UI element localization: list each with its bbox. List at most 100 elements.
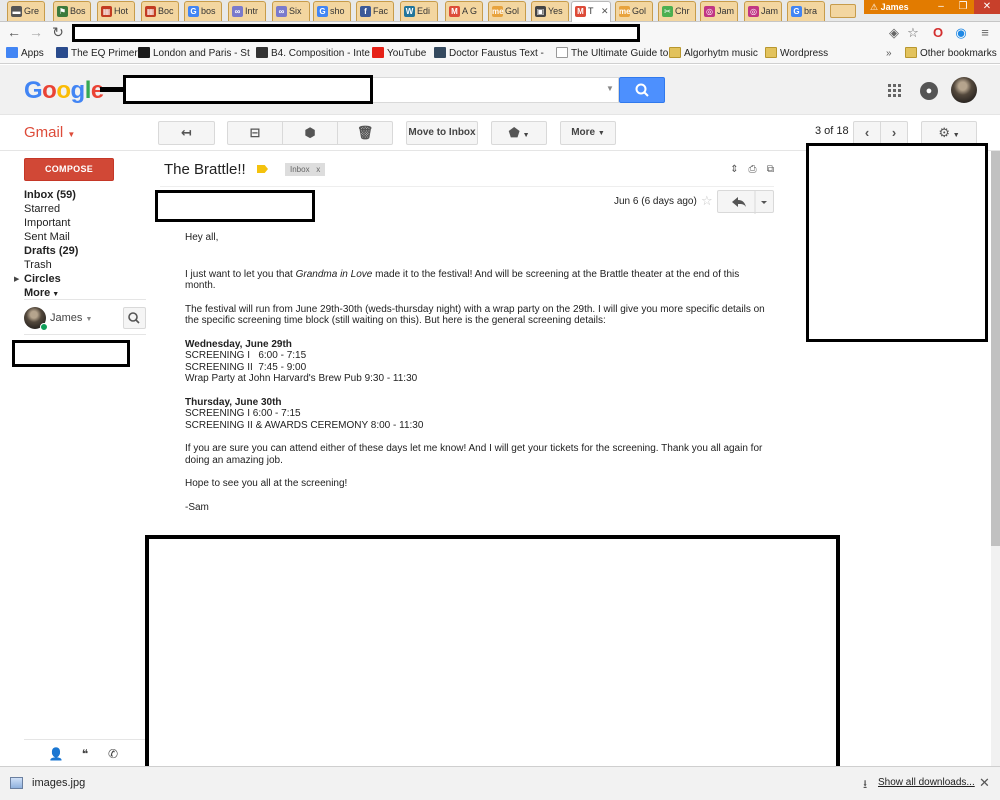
paragraph-4: Hope to see you all at the screening!	[185, 478, 348, 489]
reply-button[interactable]	[717, 190, 774, 214]
url-field-redacted[interactable]	[72, 24, 640, 42]
browser-tab[interactable]: Gbra	[787, 1, 825, 21]
other-bookmarks[interactable]: Other bookmarks	[905, 47, 997, 61]
report-spam-button[interactable]: ⬢	[282, 121, 338, 145]
google-logo[interactable]: Google	[24, 77, 104, 105]
contacts-person-icon[interactable]: 👤	[48, 747, 64, 761]
maximize-icon[interactable]: ❐	[952, 0, 974, 14]
bookmark-item[interactable]: B4. Composition - Inte	[256, 47, 370, 61]
bookmark-item[interactable]: The EQ Primer	[56, 47, 138, 61]
nav-item[interactable]: Starred	[24, 202, 60, 216]
print-icon[interactable]: ⎙	[747, 164, 758, 175]
browser-tab[interactable]: ◎ Jam	[700, 1, 738, 21]
close-icon[interactable]: ✕	[979, 775, 990, 791]
bookmark-item[interactable]: Algorhytm music	[669, 47, 758, 61]
remove-label-icon[interactable]: x	[316, 165, 320, 174]
search-options-icon[interactable]: ▼	[606, 84, 614, 93]
browser-tab[interactable]: ▣ Yes	[531, 1, 569, 21]
archive-button[interactable]: ⊟	[227, 121, 283, 145]
hangouts-icon[interactable]: ❝	[77, 747, 93, 761]
caret-down-icon: ▼	[952, 132, 960, 139]
bookmark-item[interactable]: Apps	[6, 47, 44, 61]
more-button[interactable]: More ▼	[560, 121, 616, 145]
search-button[interactable]	[619, 77, 665, 103]
labels-button[interactable]: ⬟ ▼	[491, 121, 547, 145]
chrome-menu-icon[interactable]: ≡	[977, 25, 993, 41]
expand-all-icon[interactable]: ⇕	[729, 164, 740, 175]
settings-button[interactable]: ⚙ ▼	[921, 121, 977, 145]
phone-icon[interactable]: ✆	[105, 747, 121, 761]
browser-tab[interactable]: ∞ Six	[272, 1, 310, 21]
browser-tab[interactable]: W Edi	[400, 1, 438, 21]
browser-tab[interactable]: Gbos	[184, 1, 222, 21]
page-scrollbar[interactable]	[991, 151, 1000, 766]
browser-tab[interactable]: ▦ Boc	[141, 1, 179, 21]
profile-button[interactable]: ⚠ James	[864, 0, 930, 14]
back-to-list-button[interactable]: ↤	[158, 121, 215, 145]
browser-tab[interactable]: Gsho	[313, 1, 351, 21]
new-tab-button[interactable]	[830, 4, 856, 18]
nav-item-label: Drafts (29)	[24, 245, 79, 257]
bookmarks-overflow[interactable]: »	[886, 47, 892, 61]
browser-tab[interactable]: M T ✕	[571, 1, 611, 22]
browser-tab[interactable]: ✂ Chr	[658, 1, 696, 21]
inbox-label-chip[interactable]: Inbox x	[285, 163, 326, 176]
chat-user[interactable]: James ▼	[50, 312, 92, 324]
important-marker-icon[interactable]	[257, 165, 268, 173]
translate-icon[interactable]: ◈	[886, 25, 902, 41]
sender-redacted	[155, 190, 315, 222]
nav-item[interactable]: Drafts (29)	[24, 244, 78, 258]
newer-button[interactable]: ‹	[853, 121, 881, 145]
new-window-icon[interactable]: ⧉	[765, 164, 776, 175]
back-arrow-icon[interactable]: ←	[6, 24, 22, 40]
browser-tab[interactable]: MA G	[445, 1, 483, 21]
tab-favicon-icon: ▬	[11, 6, 22, 17]
notifications-bell-icon[interactable]: ●	[920, 82, 938, 100]
scrollbar-thumb[interactable]	[991, 151, 1000, 546]
tab-title: Bos	[70, 6, 86, 16]
older-button[interactable]: ›	[880, 121, 908, 145]
bookmark-item[interactable]: Doctor Faustus Text -	[434, 47, 544, 61]
bookmark-item[interactable]: YouTube	[372, 47, 426, 61]
google-apps-icon[interactable]	[888, 84, 901, 97]
nav-item[interactable]: Important	[24, 216, 70, 230]
star-icon[interactable]: ☆	[701, 193, 713, 209]
browser-tab[interactable]: ∞ Intr	[228, 1, 266, 21]
expand-triangle-icon[interactable]: ▶	[14, 275, 19, 283]
browser-tab[interactable]: ▬ Gre	[7, 1, 45, 21]
bookmark-item[interactable]: Wordpress	[765, 47, 828, 61]
nav-item[interactable]: Circles	[24, 272, 61, 286]
minimize-icon[interactable]: –	[930, 0, 952, 14]
opera-extension-icon[interactable]: O	[930, 25, 946, 41]
browser-tab[interactable]: me Gol	[488, 1, 526, 21]
show-all-downloads-link[interactable]: Show all downloads...	[878, 777, 975, 788]
bookmark-item[interactable]: London and Paris - St	[138, 47, 250, 61]
close-window-icon[interactable]: ✕	[974, 0, 1000, 14]
nav-item[interactable]: Inbox (59)	[24, 188, 76, 202]
close-tab-icon[interactable]: ✕	[601, 6, 609, 17]
nav-item[interactable]: Trash	[24, 258, 52, 272]
bookmark-star-icon[interactable]: ☆	[905, 25, 921, 41]
bookmark-item[interactable]: The Ultimate Guide to	[556, 47, 668, 61]
account-avatar[interactable]	[951, 77, 977, 103]
browser-tab[interactable]: ⚑ Bos	[53, 1, 91, 21]
browser-tab[interactable]: me Gol	[615, 1, 653, 21]
nav-item[interactable]: Sent Mail	[24, 230, 70, 244]
forward-arrow-icon[interactable]: →	[28, 24, 44, 40]
extension-circle-icon[interactable]: ◉	[953, 25, 969, 41]
reload-icon[interactable]: ↻	[50, 24, 66, 40]
browser-tab[interactable]: ▦ Hot	[97, 1, 135, 21]
delete-button[interactable]: 🗑	[337, 121, 393, 145]
nav-item[interactable]: More ▼	[24, 286, 59, 300]
music-note-icon	[256, 47, 268, 58]
nav-item-label: Starred	[24, 203, 61, 215]
move-to-inbox-button[interactable]: Move to Inbox	[406, 121, 478, 145]
browser-tab[interactable]: f Fac	[356, 1, 394, 21]
bookmark-label: The EQ Primer	[71, 48, 138, 59]
message-body: Hey all, I just want to let you that Gra…	[185, 232, 765, 513]
download-item[interactable]: images.jpg	[32, 777, 85, 789]
browser-tab[interactable]: ◎ Jam	[744, 1, 782, 21]
compose-button[interactable]: COMPOSE	[24, 158, 114, 181]
chat-search-button[interactable]	[123, 307, 146, 329]
gmail-app-switcher[interactable]: Gmail ▼	[24, 124, 75, 141]
